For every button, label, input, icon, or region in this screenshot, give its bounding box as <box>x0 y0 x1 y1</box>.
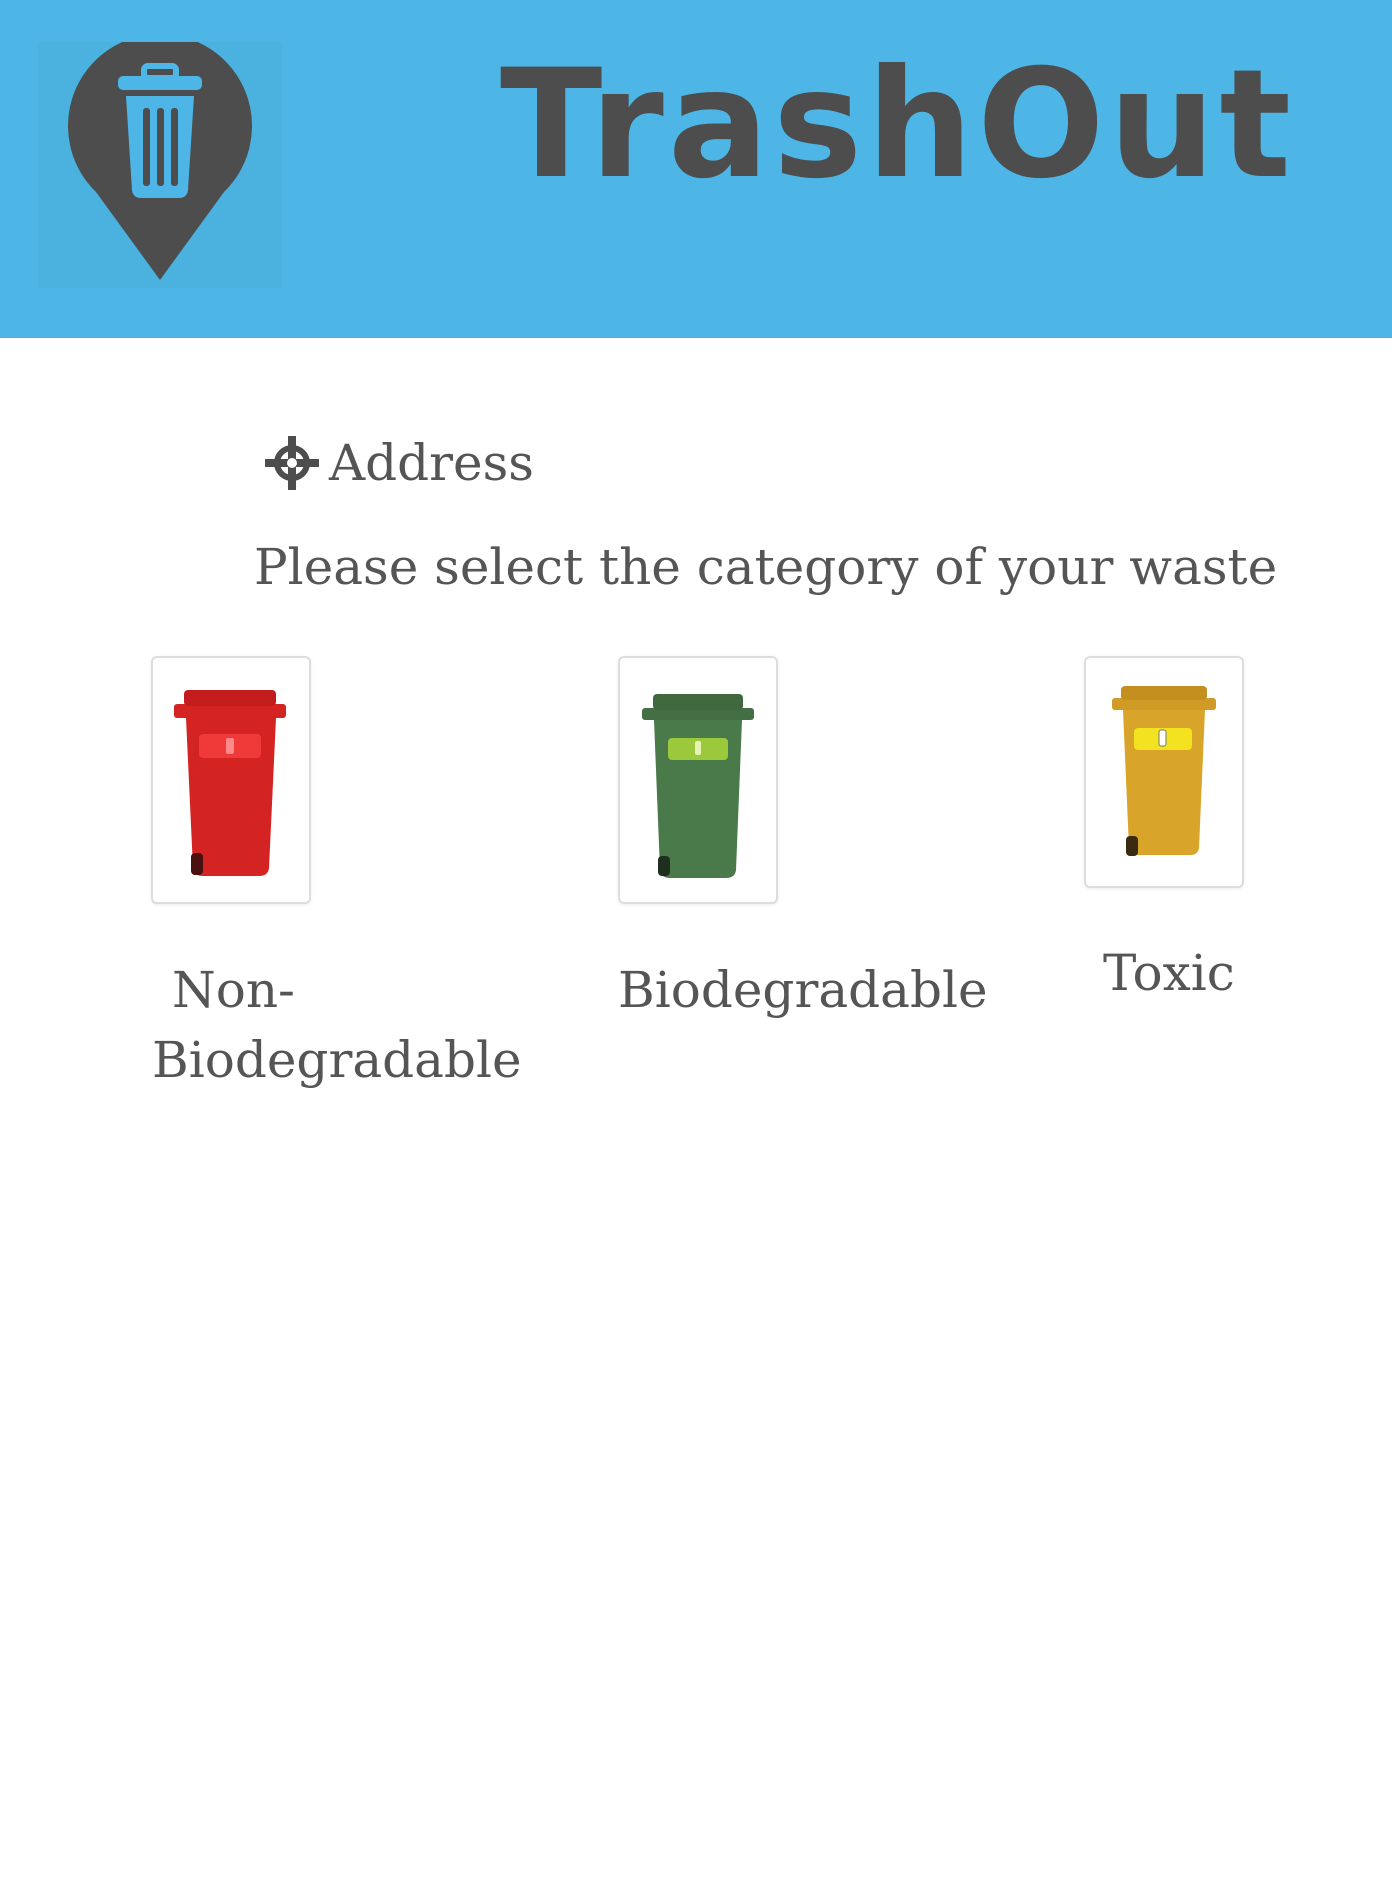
app-header: TrashOut <box>0 0 1392 338</box>
address-button[interactable]: Address <box>265 428 534 498</box>
green-bin-icon <box>642 694 754 878</box>
non-biodegradable-label: Non- Biodegradable <box>152 955 522 1095</box>
label-line-2: Biodegradable <box>152 1031 522 1089</box>
biodegradable-label: Biodegradable <box>618 961 988 1019</box>
yellow-bin-icon <box>1112 686 1216 856</box>
red-bin-icon <box>174 690 286 876</box>
map-pin-trash-icon <box>38 42 282 288</box>
toxic-card[interactable] <box>1084 656 1244 888</box>
biodegradable-card[interactable] <box>618 656 778 904</box>
address-label: Address <box>329 434 534 492</box>
crosshair-icon <box>265 436 319 490</box>
app-title: TrashOut <box>500 38 1296 212</box>
toxic-label: Toxic <box>1103 944 1235 1002</box>
label-line-1: Non- <box>172 961 295 1019</box>
category-prompt: Please select the category of your waste <box>254 538 1278 596</box>
non-biodegradable-card[interactable] <box>151 656 311 904</box>
